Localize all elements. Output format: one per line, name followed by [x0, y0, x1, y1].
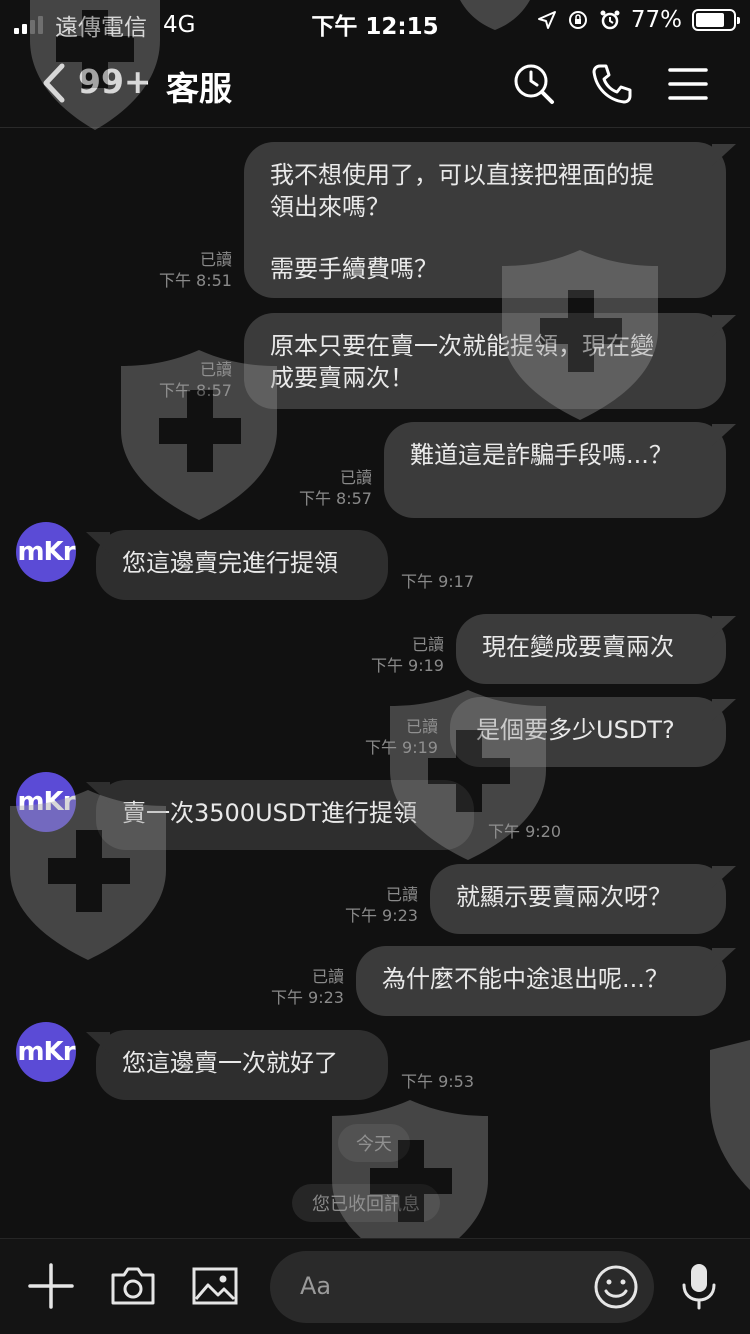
battery-fill: [696, 13, 724, 27]
chat-header: 99+ 客服: [0, 42, 750, 128]
message-bubble[interactable]: 賣一次3500USDT進行提領: [96, 780, 474, 850]
avatar[interactable]: mKr: [16, 522, 76, 582]
plus-icon[interactable]: [26, 1261, 76, 1311]
message-line: 您這邊賣完進行提領: [122, 549, 338, 577]
date-divider: 今天: [338, 1124, 410, 1162]
read-receipt: 已讀: [199, 360, 232, 379]
message-meta: 下午 9:17: [401, 571, 474, 592]
message-line: 我不想使用了，可以直接把裡面的提: [270, 161, 654, 189]
status-right: 77%: [537, 7, 740, 33]
alarm-icon: [600, 10, 620, 30]
message-meta: 下午 9:53: [401, 1071, 474, 1092]
message-time: 下午 9:20: [488, 822, 562, 841]
message-line: 需要手續費嗎？: [270, 255, 438, 283]
chat-title: 客服: [166, 69, 232, 108]
read-receipt: 已讀: [385, 885, 418, 904]
status-bar: 遠傳電信 4G 下午 12:15 77%: [0, 0, 750, 42]
message-time: 下午 9:19: [370, 656, 444, 675]
message-meta: 已讀 下午 8:57: [299, 467, 372, 509]
battery-percent: 77%: [630, 7, 682, 33]
message-line: [270, 223, 700, 253]
message-meta: 已讀 下午 9:23: [271, 966, 344, 1008]
message-line: 難道這是詐騙手段嗎...？: [410, 441, 673, 469]
message-bubble[interactable]: 您這邊賣完進行提領: [96, 530, 388, 600]
message-meta: 已讀 下午 8:57: [159, 359, 232, 401]
message-input[interactable]: Aa: [270, 1251, 654, 1323]
message-bubble[interactable]: 是個要多少USDT?: [450, 697, 726, 767]
message-line: 現在變成要賣兩次: [482, 633, 674, 661]
message-bubble[interactable]: 原本只要在賣一次就能提領，現在變 成要賣兩次！: [244, 313, 726, 409]
message-time: 下午 8:57: [158, 381, 232, 400]
read-receipt: 已讀: [199, 250, 232, 269]
avatar[interactable]: mKr: [16, 1022, 76, 1082]
message-line: 領出來嗎？: [270, 193, 390, 221]
message-bubble[interactable]: 就顯示要賣兩次呀？: [430, 864, 726, 934]
message-meta: 已讀 下午 9:19: [365, 716, 438, 758]
message-bubble[interactable]: 難道這是詐騙手段嗎...？: [384, 422, 726, 518]
message-time: 下午 9:17: [401, 572, 475, 591]
microphone-icon[interactable]: [674, 1261, 724, 1311]
message-time: 下午 9:19: [364, 738, 438, 757]
menu-icon[interactable]: [666, 62, 710, 106]
message-input-placeholder: Aa: [300, 1272, 332, 1300]
message-time: 下午 9:23: [344, 906, 418, 925]
unread-count[interactable]: 99+: [78, 62, 152, 101]
message-line: 成要賣兩次！: [270, 364, 414, 392]
read-receipt: 已讀: [339, 468, 372, 487]
message-time: 下午 8:57: [298, 489, 372, 508]
message-line: 為什麼不能中途退出呢...？: [382, 965, 669, 993]
message-meta: 已讀 下午 9:23: [345, 884, 418, 926]
message-line: 是個要多少USDT?: [476, 716, 675, 744]
image-gallery-icon[interactable]: [190, 1261, 240, 1311]
message-meta: 已讀 下午 9:19: [371, 634, 444, 676]
location-arrow-icon: [537, 11, 556, 29]
system-notice: 您已收回訊息: [292, 1184, 440, 1222]
message-time: 下午 8:51: [158, 271, 232, 290]
composer-bar: Aa: [0, 1238, 750, 1334]
battery-icon: [692, 9, 740, 31]
emoji-icon[interactable]: [592, 1263, 640, 1311]
back-chevron-icon[interactable]: [36, 60, 76, 106]
avatar[interactable]: mKr: [16, 772, 76, 832]
read-receipt: 已讀: [411, 635, 444, 654]
message-meta: 下午 9:20: [488, 821, 561, 842]
message-bubble[interactable]: 我不想使用了，可以直接把裡面的提 領出來嗎？ 需要手續費嗎？: [244, 142, 726, 298]
rotation-lock-icon: [568, 11, 587, 29]
message-time: 下午 9:23: [270, 988, 344, 1007]
message-bubble[interactable]: 您這邊賣一次就好了: [96, 1030, 388, 1100]
phone-icon[interactable]: [590, 62, 634, 106]
message-bubble[interactable]: 現在變成要賣兩次: [456, 614, 726, 684]
search-history-icon[interactable]: [512, 62, 556, 106]
message-line: 賣一次3500USDT進行提領: [122, 799, 418, 827]
message-meta: 已讀 下午 8:51: [159, 249, 232, 291]
message-line: 就顯示要賣兩次呀？: [456, 883, 672, 911]
message-line: 您這邊賣一次就好了: [122, 1049, 338, 1077]
read-receipt: 已讀: [405, 717, 438, 736]
read-receipt: 已讀: [311, 967, 344, 986]
message-time: 下午 9:53: [401, 1072, 475, 1091]
watermark-shield-icon: [710, 1040, 750, 1190]
message-bubble[interactable]: 為什麼不能中途退出呢...？: [356, 946, 726, 1016]
message-line: 原本只要在賣一次就能提領，現在變: [270, 332, 654, 360]
camera-icon[interactable]: [108, 1261, 158, 1311]
